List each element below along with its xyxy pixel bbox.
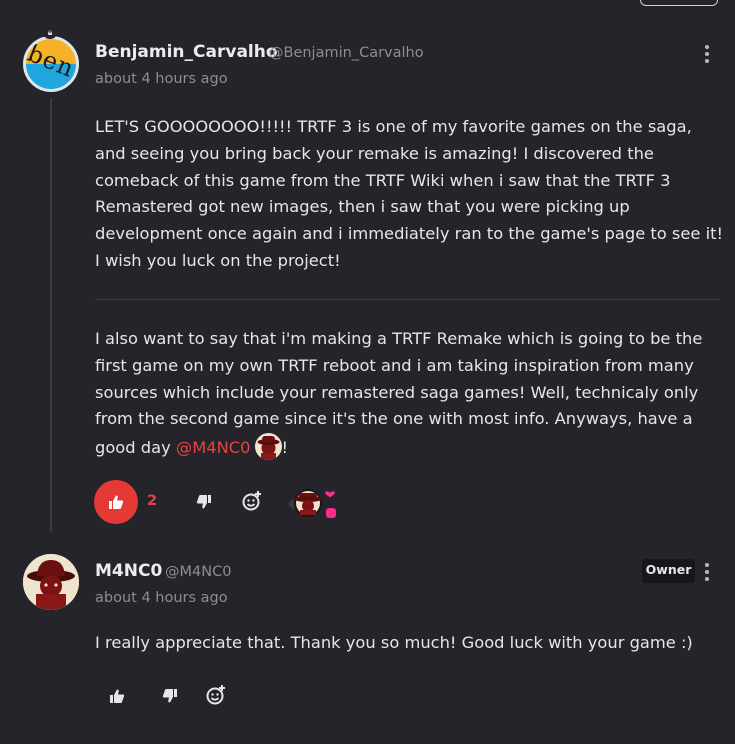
paragraph-divider — [95, 299, 720, 300]
reaction-avatars[interactable] — [284, 484, 344, 524]
add-reaction-button[interactable] — [241, 490, 263, 512]
comment-timestamp[interactable]: about 4 hours ago — [95, 71, 228, 87]
add-reaction-icon — [242, 491, 261, 511]
reply-avatar[interactable] — [23, 554, 79, 610]
user-mention[interactable]: @M4NC0 — [176, 438, 251, 457]
reply-handle: @M4NC0 — [165, 564, 232, 580]
thumbs-up-icon — [109, 495, 124, 509]
add-reaction-icon — [206, 685, 225, 705]
more-options-icon[interactable] — [704, 563, 710, 583]
mention-avatar — [254, 433, 282, 461]
top-action-button[interactable] — [640, 0, 718, 6]
comment-handle: @Benjamin_Carvalho — [269, 45, 424, 61]
owner-badge: Owner — [642, 559, 695, 583]
reply-username[interactable]: M4NC0 — [95, 561, 162, 581]
thumbs-down-icon — [162, 689, 177, 703]
like-button[interactable] — [94, 480, 138, 524]
comment-paragraph-1: LET'S GOOOOOOOO!!!!! TRTF 3 is one of my… — [95, 117, 724, 270]
paragraph-end: ! — [281, 438, 289, 458]
thumbs-up-icon — [110, 689, 125, 703]
more-options-icon[interactable] — [704, 45, 710, 65]
reply-timestamp[interactable]: about 4 hours ago — [95, 590, 228, 606]
reply-like-button[interactable] — [106, 685, 128, 707]
avatar[interactable]: ben — [23, 36, 79, 92]
comment-paragraph-2: I also want to say that i'm making a TRT… — [95, 326, 725, 462]
comment-username[interactable]: Benjamin_Carvalho — [95, 42, 278, 62]
like-count: 2 — [147, 493, 158, 509]
heart-icon — [324, 488, 338, 500]
reply-dislike-button[interactable] — [159, 685, 181, 707]
avatar-text: ben — [23, 39, 79, 83]
reply-add-reaction-button[interactable] — [205, 684, 227, 706]
dislike-button[interactable] — [193, 491, 215, 513]
lock-icon: 🔒︎ — [43, 27, 57, 39]
reply-text: I really appreciate that. Thank you so m… — [95, 633, 693, 652]
thread-line — [50, 98, 52, 532]
thumbs-down-icon — [196, 495, 211, 509]
